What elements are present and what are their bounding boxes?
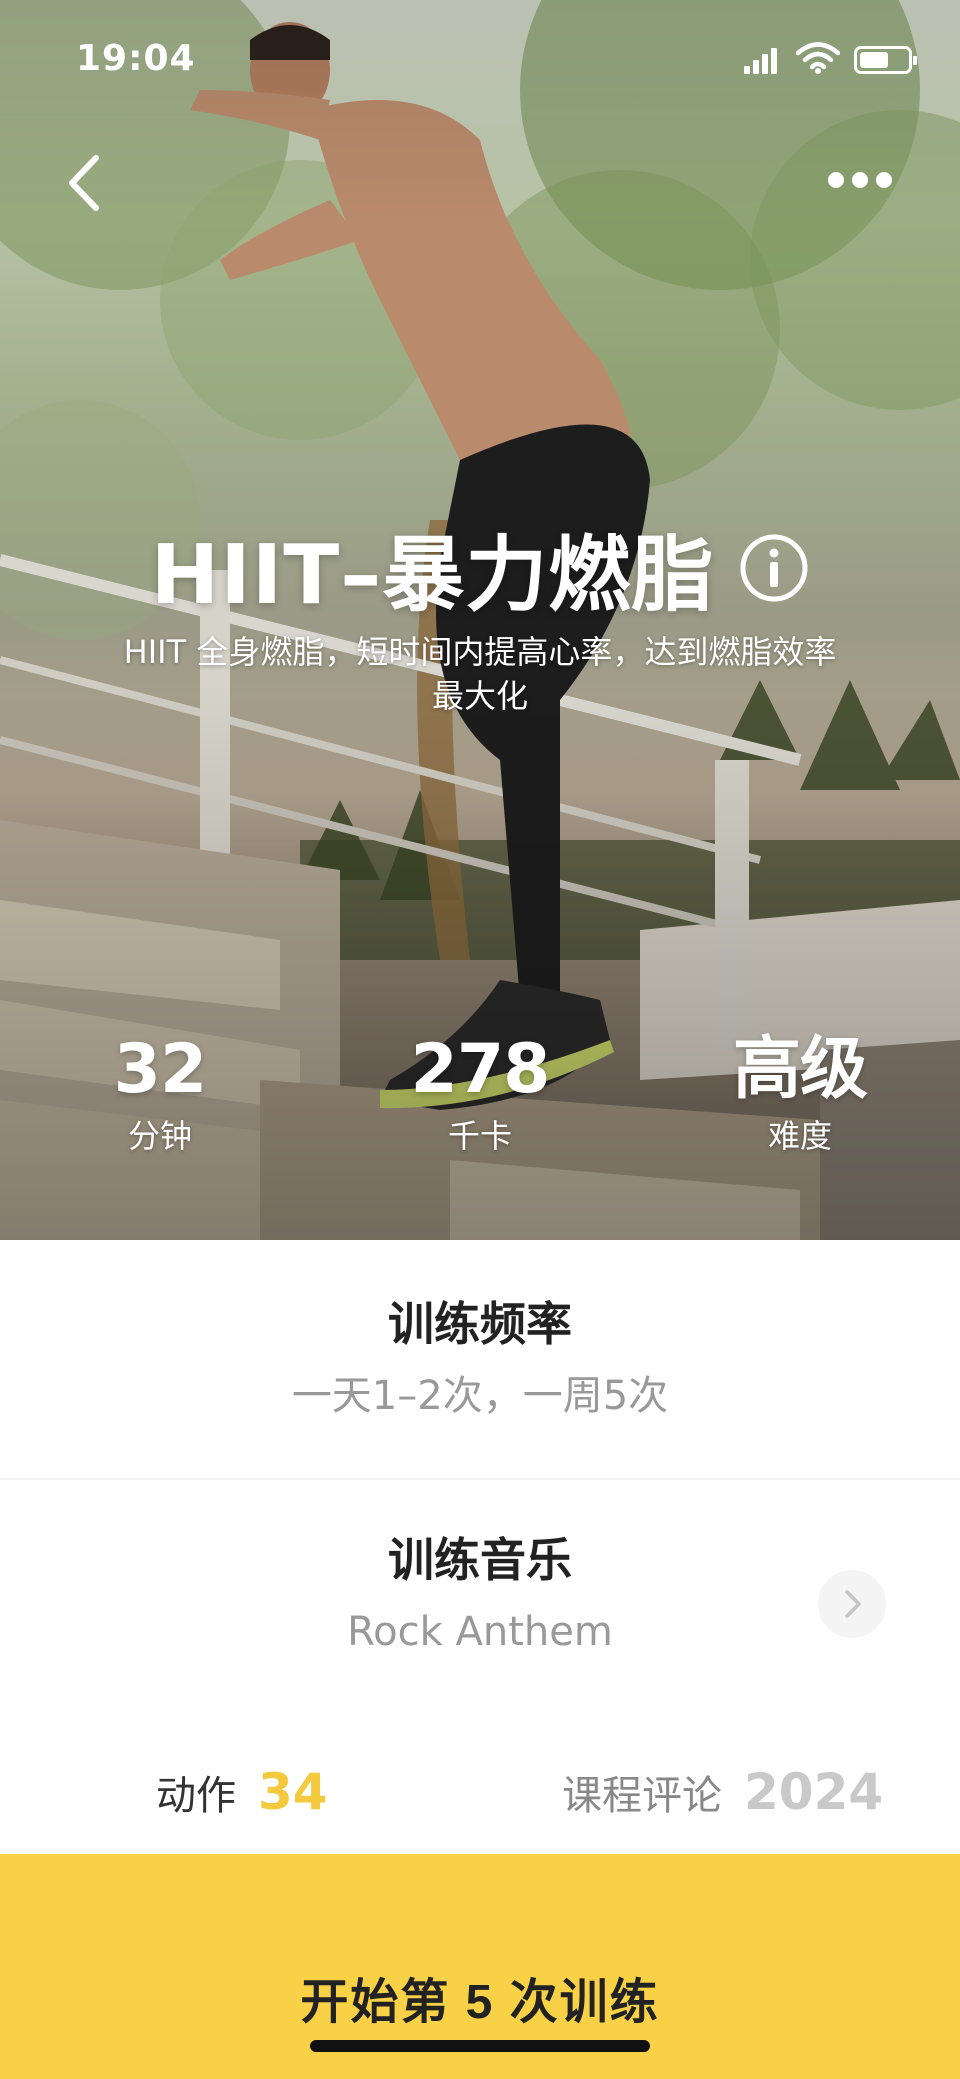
- info-icon[interactable]: [739, 533, 809, 603]
- battery-icon: [854, 46, 917, 74]
- stat-difficulty-value: 高级: [732, 1030, 868, 1109]
- stat-calories-value: 278: [410, 1030, 551, 1109]
- stat-difficulty: 高级 难度: [680, 1030, 920, 1158]
- more-icon[interactable]: [820, 160, 900, 200]
- comment-count-value: 2024: [744, 1763, 884, 1821]
- frequency-title: 训练频率: [388, 1297, 572, 1351]
- stat-difficulty-label: 难度: [767, 1117, 832, 1155]
- stat-duration-value: 32: [113, 1030, 208, 1109]
- status-time: 19:04: [76, 38, 196, 79]
- comment-count-label: 课程评论: [562, 1773, 722, 1819]
- music-value: Rock Anthem: [347, 1609, 613, 1655]
- course-title: HIIT–暴力燃脂: [150, 528, 715, 623]
- back-arrow-icon[interactable]: [58, 148, 114, 218]
- course-title-row: HIIT–暴力燃脂: [0, 508, 960, 623]
- comment-count-tab[interactable]: 课程评论 2024: [562, 1752, 883, 1832]
- chevron-right-icon[interactable]: [818, 1570, 886, 1638]
- wifi-icon: [796, 42, 840, 74]
- stat-duration: 32 分钟: [40, 1030, 280, 1158]
- start-training-label: 开始第 5 次训练: [300, 1975, 660, 2029]
- signal-icon: [744, 46, 778, 74]
- exercise-count-label: 动作: [156, 1773, 236, 1819]
- home-indicator: [310, 2040, 650, 2052]
- hero-banner: 19:04 HIIT–暴力燃脂 HIIT 全身燃脂，短时间内提高心率，达到燃脂效…: [0, 0, 960, 1240]
- exercise-count-tab[interactable]: 动作 34: [156, 1752, 328, 1832]
- training-frequency-section: 训练频率 一天1–2次，一周5次: [0, 1240, 960, 1478]
- course-description: HIIT 全身燃脂，短时间内提高心率，达到燃脂效率最大化: [123, 633, 837, 715]
- stat-calories: 278 千卡: [360, 1030, 600, 1158]
- training-music-section[interactable]: 训练音乐 Rock Anthem: [0, 1480, 960, 1720]
- frequency-value: 一天1–2次，一周5次: [291, 1373, 669, 1419]
- music-title: 训练音乐: [388, 1533, 572, 1587]
- stat-duration-label: 分钟: [127, 1117, 192, 1155]
- status-bar: 19:04: [0, 0, 960, 120]
- stat-calories-label: 千卡: [447, 1117, 512, 1155]
- counts-row: 动作 34 课程评论 2024: [0, 1752, 960, 1832]
- exercise-count-value: 34: [258, 1763, 328, 1821]
